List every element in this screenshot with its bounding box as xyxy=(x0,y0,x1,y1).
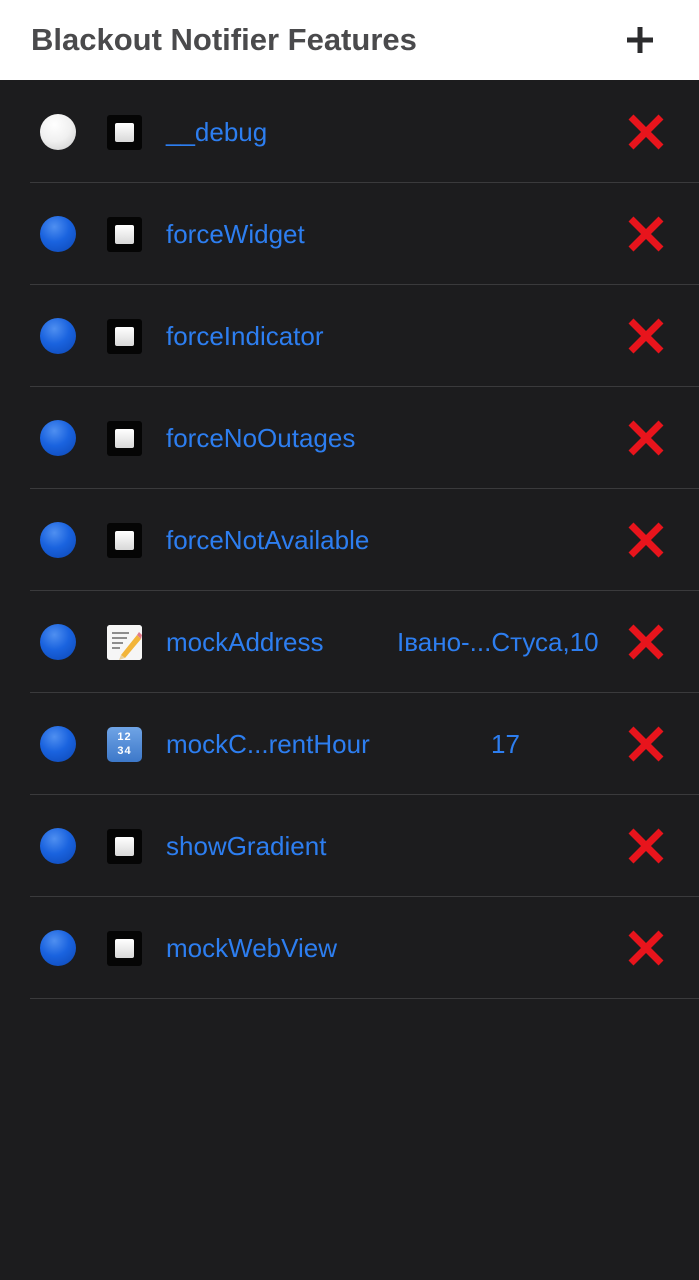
add-feature-button[interactable] xyxy=(618,18,662,62)
feature-row-forceindicator[interactable]: forceIndicator xyxy=(0,285,699,387)
checkbox-icon xyxy=(107,931,142,966)
cross-mark-icon xyxy=(628,420,664,456)
feature-row-mockcurrenthour[interactable]: 1234 mockC...rentHour 17 xyxy=(0,693,699,795)
cross-mark-icon xyxy=(628,318,664,354)
checkbox-icon xyxy=(107,829,142,864)
white-circle-icon[interactable] xyxy=(40,114,76,150)
delete-feature-button[interactable] xyxy=(627,929,665,967)
blue-circle-icon[interactable] xyxy=(40,420,76,456)
feature-row-debug[interactable]: __debug xyxy=(0,81,699,183)
feature-row-mockaddress[interactable]: mockAddress Івано-...Стуса,10 xyxy=(0,591,699,693)
feature-name[interactable]: forceWidget xyxy=(166,215,305,253)
feature-row-forcenotavailable[interactable]: forceNotAvailable xyxy=(0,489,699,591)
feature-row-mockwebview[interactable]: mockWebView xyxy=(0,897,699,999)
features-list: __debug forceWidget forceIndicator force… xyxy=(0,81,699,999)
feature-name[interactable]: forceIndicator xyxy=(166,317,324,355)
blue-circle-icon[interactable] xyxy=(40,318,76,354)
feature-name[interactable]: showGradient xyxy=(166,827,326,865)
delete-feature-button[interactable] xyxy=(627,827,665,865)
checkbox-icon xyxy=(107,421,142,456)
blue-circle-icon[interactable] xyxy=(40,624,76,660)
blue-circle-icon[interactable] xyxy=(40,522,76,558)
checkbox-icon xyxy=(107,217,142,252)
cross-mark-icon xyxy=(628,828,664,864)
feature-name[interactable]: mockWebView xyxy=(166,929,337,967)
delete-feature-button[interactable] xyxy=(627,419,665,457)
page-title: Blackout Notifier Features xyxy=(31,22,417,57)
feature-name[interactable]: forceNotAvailable xyxy=(166,521,369,559)
cross-mark-icon xyxy=(628,624,664,660)
delete-feature-button[interactable] xyxy=(627,215,665,253)
feature-name[interactable]: __debug xyxy=(166,113,267,151)
blue-circle-icon[interactable] xyxy=(40,930,76,966)
checkbox-icon xyxy=(107,523,142,558)
feature-row-forcewidget[interactable]: forceWidget xyxy=(0,183,699,285)
cross-mark-icon xyxy=(628,522,664,558)
feature-name[interactable]: forceNoOutages xyxy=(166,419,355,457)
memo-icon xyxy=(107,625,142,660)
checkbox-icon xyxy=(107,115,142,150)
blue-circle-icon[interactable] xyxy=(40,828,76,864)
cross-mark-icon xyxy=(628,114,664,150)
blue-circle-icon[interactable] xyxy=(40,216,76,252)
delete-feature-button[interactable] xyxy=(627,317,665,355)
feature-name[interactable]: mockC...rentHour xyxy=(166,725,370,763)
cross-mark-icon xyxy=(628,726,664,762)
cross-mark-icon xyxy=(628,930,664,966)
feature-row-showgradient[interactable]: showGradient xyxy=(0,795,699,897)
checkbox-icon xyxy=(107,319,142,354)
input-numbers-icon: 1234 xyxy=(107,727,142,762)
feature-name[interactable]: mockAddress xyxy=(166,623,324,661)
delete-feature-button[interactable] xyxy=(627,725,665,763)
feature-row-forcenooutages[interactable]: forceNoOutages xyxy=(0,387,699,489)
feature-value[interactable]: Івано-...Стуса,10 xyxy=(397,623,599,661)
nav-header: Blackout Notifier Features xyxy=(0,0,699,80)
cross-mark-icon xyxy=(628,216,664,252)
delete-feature-button[interactable] xyxy=(627,113,665,151)
delete-feature-button[interactable] xyxy=(627,623,665,661)
blue-circle-icon[interactable] xyxy=(40,726,76,762)
feature-value[interactable]: 17 xyxy=(491,725,520,763)
delete-feature-button[interactable] xyxy=(627,521,665,559)
plus-icon xyxy=(627,27,653,53)
